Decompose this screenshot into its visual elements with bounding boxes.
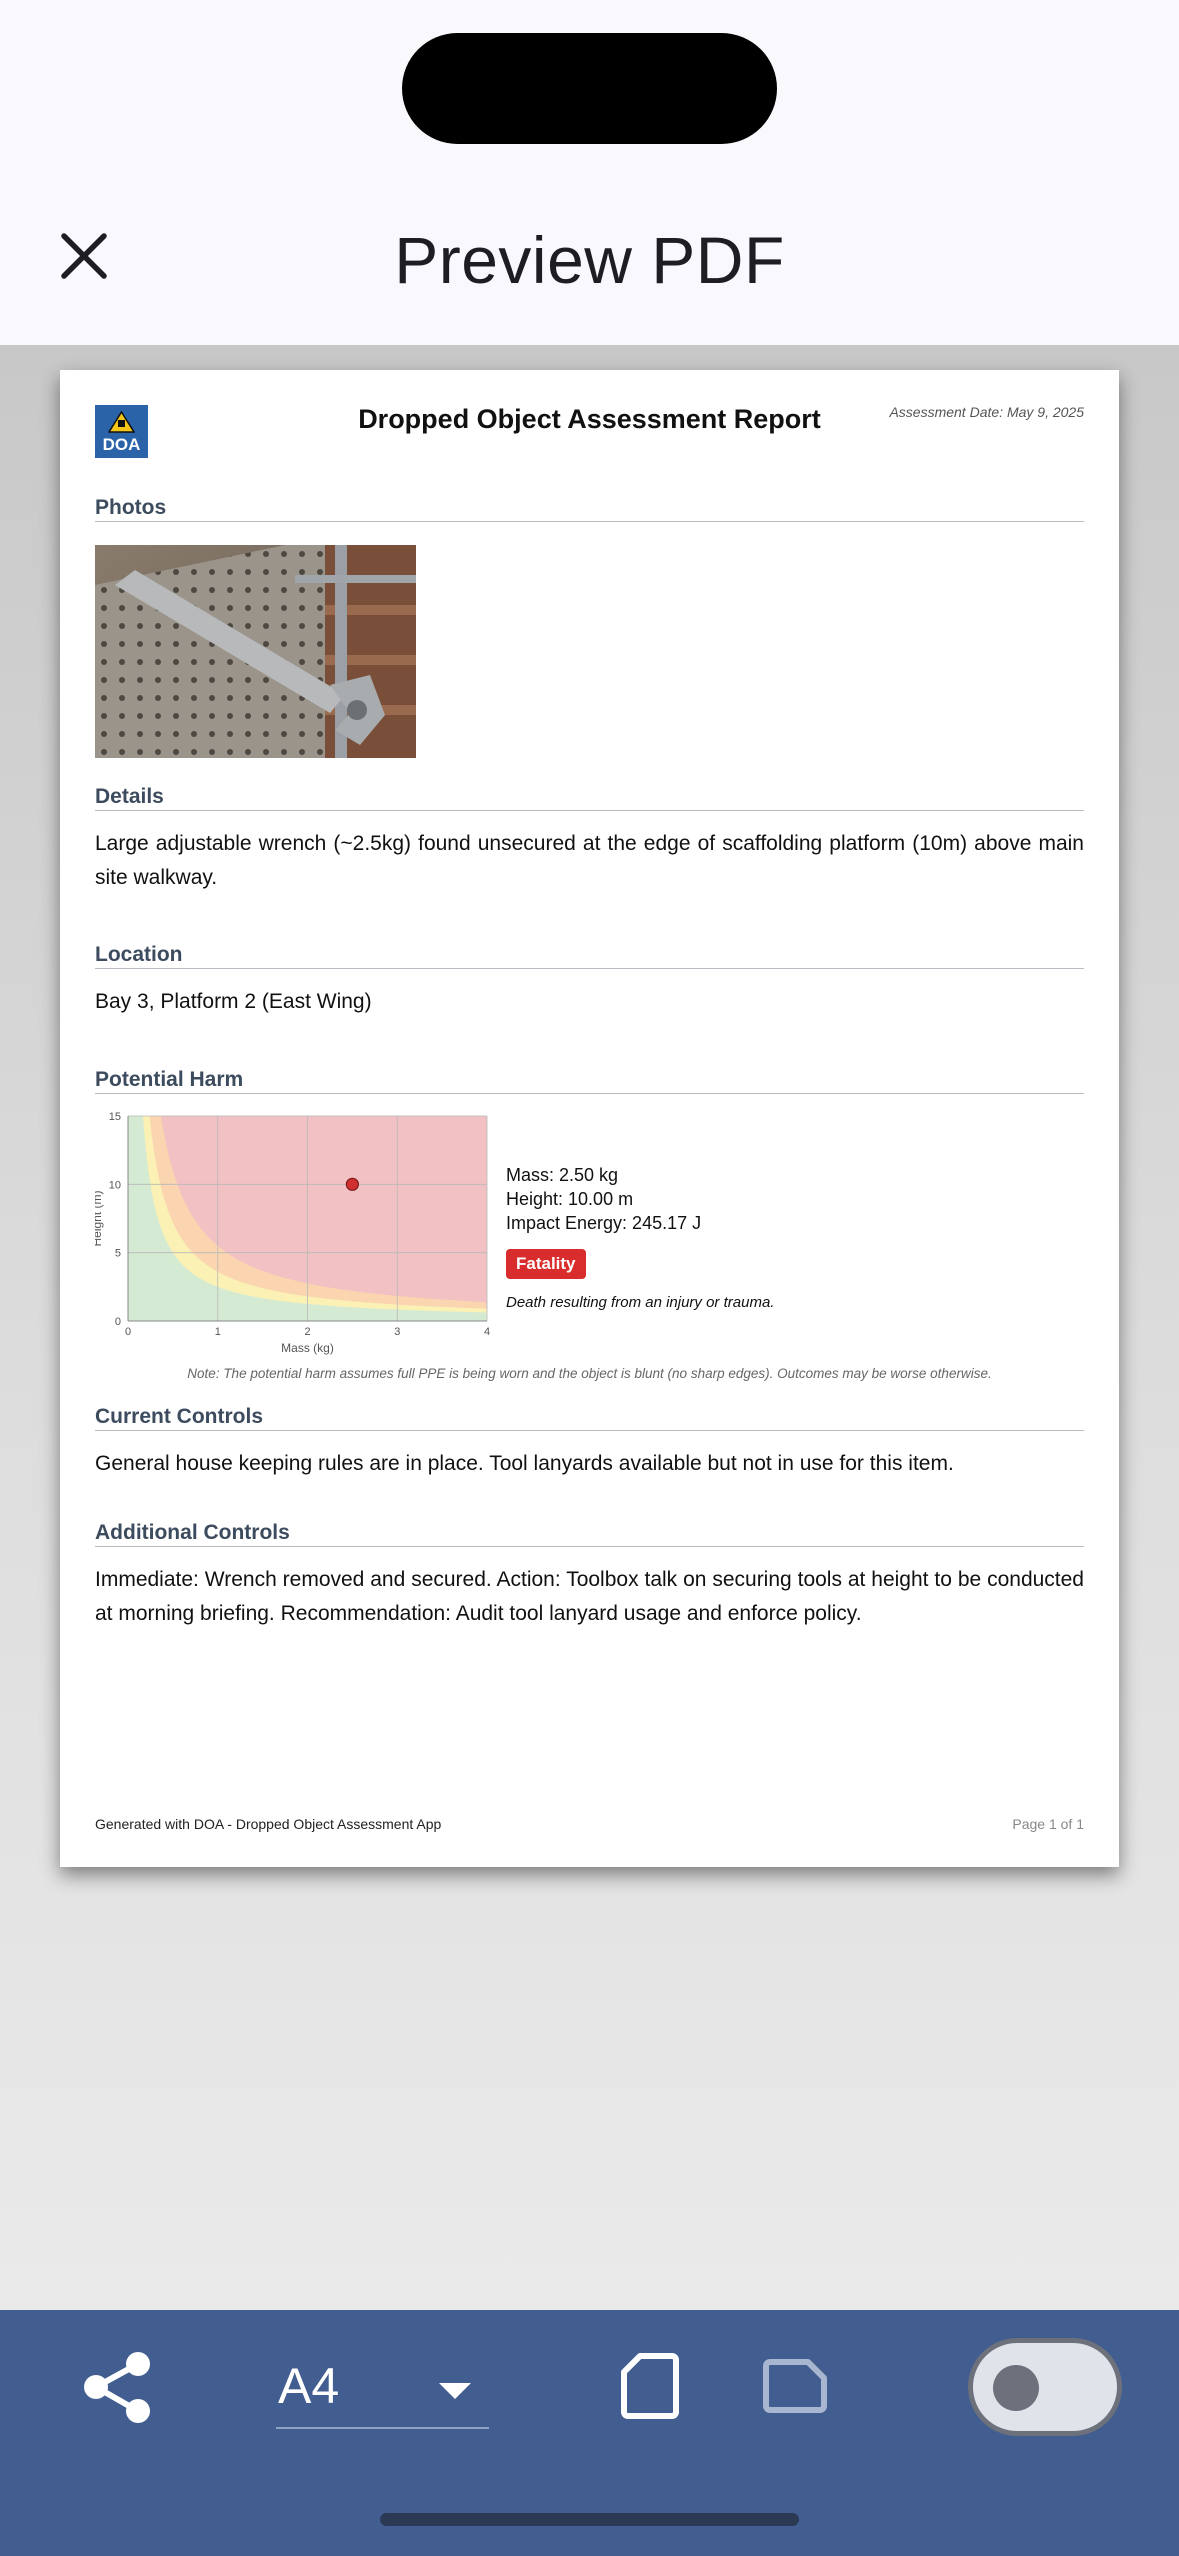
harm-description: Death resulting from an injury or trauma… [506, 1294, 775, 1311]
current-controls-text: General house keeping rules are in place… [95, 1452, 954, 1475]
page-title: Preview PDF [394, 223, 785, 297]
dynamic-island [402, 33, 777, 144]
assessment-date: Assessment Date: May 9, 2025 [889, 404, 1084, 420]
y-tick-label: 10 [109, 1179, 121, 1191]
x-axis-label: Mass (kg) [281, 1341, 334, 1355]
toggle-switch[interactable] [968, 2338, 1122, 2436]
harm-severity-badge: Fatality [506, 1249, 586, 1279]
harm-chart: 0 1 2 3 4 0 5 10 15 Mass (kg) Height (m) [90, 1108, 490, 1358]
portrait-orientation-button[interactable] [620, 2352, 680, 2420]
dropdown-arrow-icon [439, 2383, 471, 2399]
y-tick-label: 0 [115, 1316, 121, 1328]
share-button[interactable] [82, 2350, 152, 2425]
section-potential-harm-heading: Potential Harm [95, 1067, 1084, 1094]
section-current-controls-heading: Current Controls [95, 1404, 1084, 1431]
y-axis-label: Height (m) [95, 1190, 104, 1246]
paper-size-select[interactable]: A4 [276, 2345, 489, 2429]
mass-value: Mass: 2.50 kg [506, 1165, 619, 1185]
impact-energy-value: Impact Energy: 245.17 J [506, 1213, 702, 1233]
footer-generated-by: Generated with DOA - Dropped Object Asse… [95, 1816, 442, 1832]
harm-note: Note: The potential harm assumes full PP… [187, 1366, 992, 1381]
section-details-heading: Details [95, 784, 1084, 811]
home-indicator [380, 2513, 799, 2526]
x-tick-label: 0 [125, 1326, 131, 1338]
y-tick-label: 15 [109, 1111, 121, 1123]
wrench-photo [95, 545, 416, 758]
section-photos-heading: Photos [95, 495, 1084, 522]
paper-size-value: A4 [278, 2358, 340, 2414]
x-tick-label: 4 [484, 1326, 490, 1338]
location-text: Bay 3, Platform 2 (East Wing) [95, 990, 372, 1013]
harm-info: Mass: 2.50 kg Height: 10.00 m Impact Ene… [506, 1163, 774, 1315]
section-location-heading: Location [95, 942, 1084, 969]
section-additional-controls-heading: Additional Controls [95, 1520, 1084, 1547]
footer-page-number: Page 1 of 1 [1012, 1816, 1084, 1832]
x-tick-label: 3 [394, 1326, 400, 1338]
landscape-orientation-button[interactable] [762, 2358, 828, 2414]
logo-text: DOA [102, 435, 141, 454]
data-point [345, 1177, 359, 1191]
details-text: Large adjustable wrench (~2.5kg) found u… [95, 832, 1084, 889]
y-tick-label: 5 [115, 1248, 121, 1260]
x-tick-label: 1 [215, 1326, 221, 1338]
portrait-page-icon [621, 2353, 679, 2419]
height-value: Height: 10.00 m [506, 1189, 634, 1209]
harm-chart-svg: 0 1 2 3 4 0 5 10 15 Mass (kg) Height (m) [90, 1111, 490, 1355]
landscape-page-icon [763, 2359, 827, 2413]
pdf-page: DOA Dropped Object Assessment Report Ass… [60, 370, 1119, 1867]
top-bar: Preview PDF [0, 0, 1179, 345]
additional-controls-text: Immediate: Wrench removed and secured. A… [95, 1568, 1084, 1625]
share-icon [84, 2352, 150, 2423]
toggle-knob [993, 2365, 1039, 2411]
x-tick-label: 2 [304, 1326, 310, 1338]
